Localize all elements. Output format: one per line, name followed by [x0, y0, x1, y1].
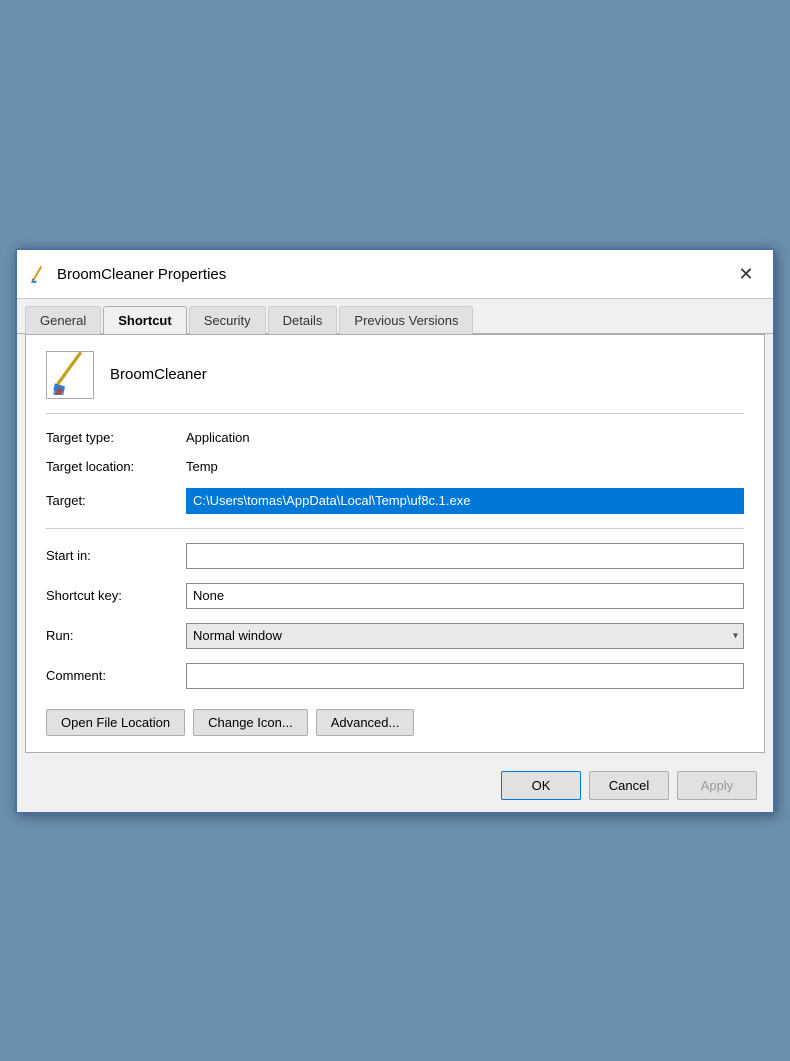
tab-details[interactable]: Details	[268, 306, 338, 334]
cancel-button[interactable]: Cancel	[589, 771, 669, 800]
dialog-buttons: OK Cancel Apply	[17, 761, 773, 812]
properties-dialog: BroomCleaner Properties ✕ General Shortc…	[15, 248, 775, 814]
ok-button[interactable]: OK	[501, 771, 581, 800]
title-broom-icon	[29, 265, 49, 285]
tab-general[interactable]: General	[25, 306, 101, 334]
apply-button[interactable]: Apply	[677, 771, 757, 800]
advanced-button[interactable]: Advanced...	[316, 709, 415, 736]
run-row: Run: Normal window Minimized Maximized ▾	[46, 623, 744, 649]
open-file-location-button[interactable]: Open File Location	[46, 709, 185, 736]
target-location-label: Target location:	[46, 459, 186, 474]
app-icon-box	[46, 351, 94, 399]
tab-shortcut[interactable]: Shortcut	[103, 306, 186, 334]
app-name: BroomCleaner	[110, 366, 207, 383]
target-type-value: Application	[186, 430, 250, 445]
target-type-label: Target type:	[46, 430, 186, 445]
target-row: Target:	[46, 488, 744, 514]
run-select-wrapper: Normal window Minimized Maximized ▾	[186, 623, 744, 649]
close-button[interactable]: ✕	[731, 260, 761, 290]
comment-label: Comment:	[46, 668, 186, 683]
start-in-label: Start in:	[46, 548, 186, 563]
change-icon-button[interactable]: Change Icon...	[193, 709, 308, 736]
tab-content: BroomCleaner Target type: Application Ta…	[25, 334, 765, 753]
run-select[interactable]: Normal window Minimized Maximized	[186, 623, 744, 649]
shortcut-key-row: Shortcut key:	[46, 583, 744, 609]
window-title: BroomCleaner Properties	[57, 266, 226, 283]
action-buttons: Open File Location Change Icon... Advanc…	[46, 709, 744, 736]
target-input[interactable]	[186, 488, 744, 514]
target-location-value: Temp	[186, 459, 218, 474]
tab-bar: General Shortcut Security Details Previo…	[17, 299, 773, 334]
app-header: BroomCleaner	[46, 351, 744, 414]
shortcut-key-input[interactable]	[186, 583, 744, 609]
separator-1	[46, 528, 744, 529]
title-bar: BroomCleaner Properties ✕	[17, 250, 773, 299]
title-bar-left: BroomCleaner Properties	[29, 265, 226, 285]
start-in-row: Start in:	[46, 543, 744, 569]
tab-security[interactable]: Security	[189, 306, 266, 334]
target-label: Target:	[46, 493, 186, 508]
tab-previous-versions[interactable]: Previous Versions	[339, 306, 473, 334]
target-location-row: Target location: Temp	[46, 459, 744, 474]
start-in-input[interactable]	[186, 543, 744, 569]
app-broom-icon	[50, 351, 90, 399]
target-type-row: Target type: Application	[46, 430, 744, 445]
shortcut-key-label: Shortcut key:	[46, 588, 186, 603]
run-label: Run:	[46, 628, 186, 643]
comment-input[interactable]	[186, 663, 744, 689]
comment-row: Comment:	[46, 663, 744, 689]
